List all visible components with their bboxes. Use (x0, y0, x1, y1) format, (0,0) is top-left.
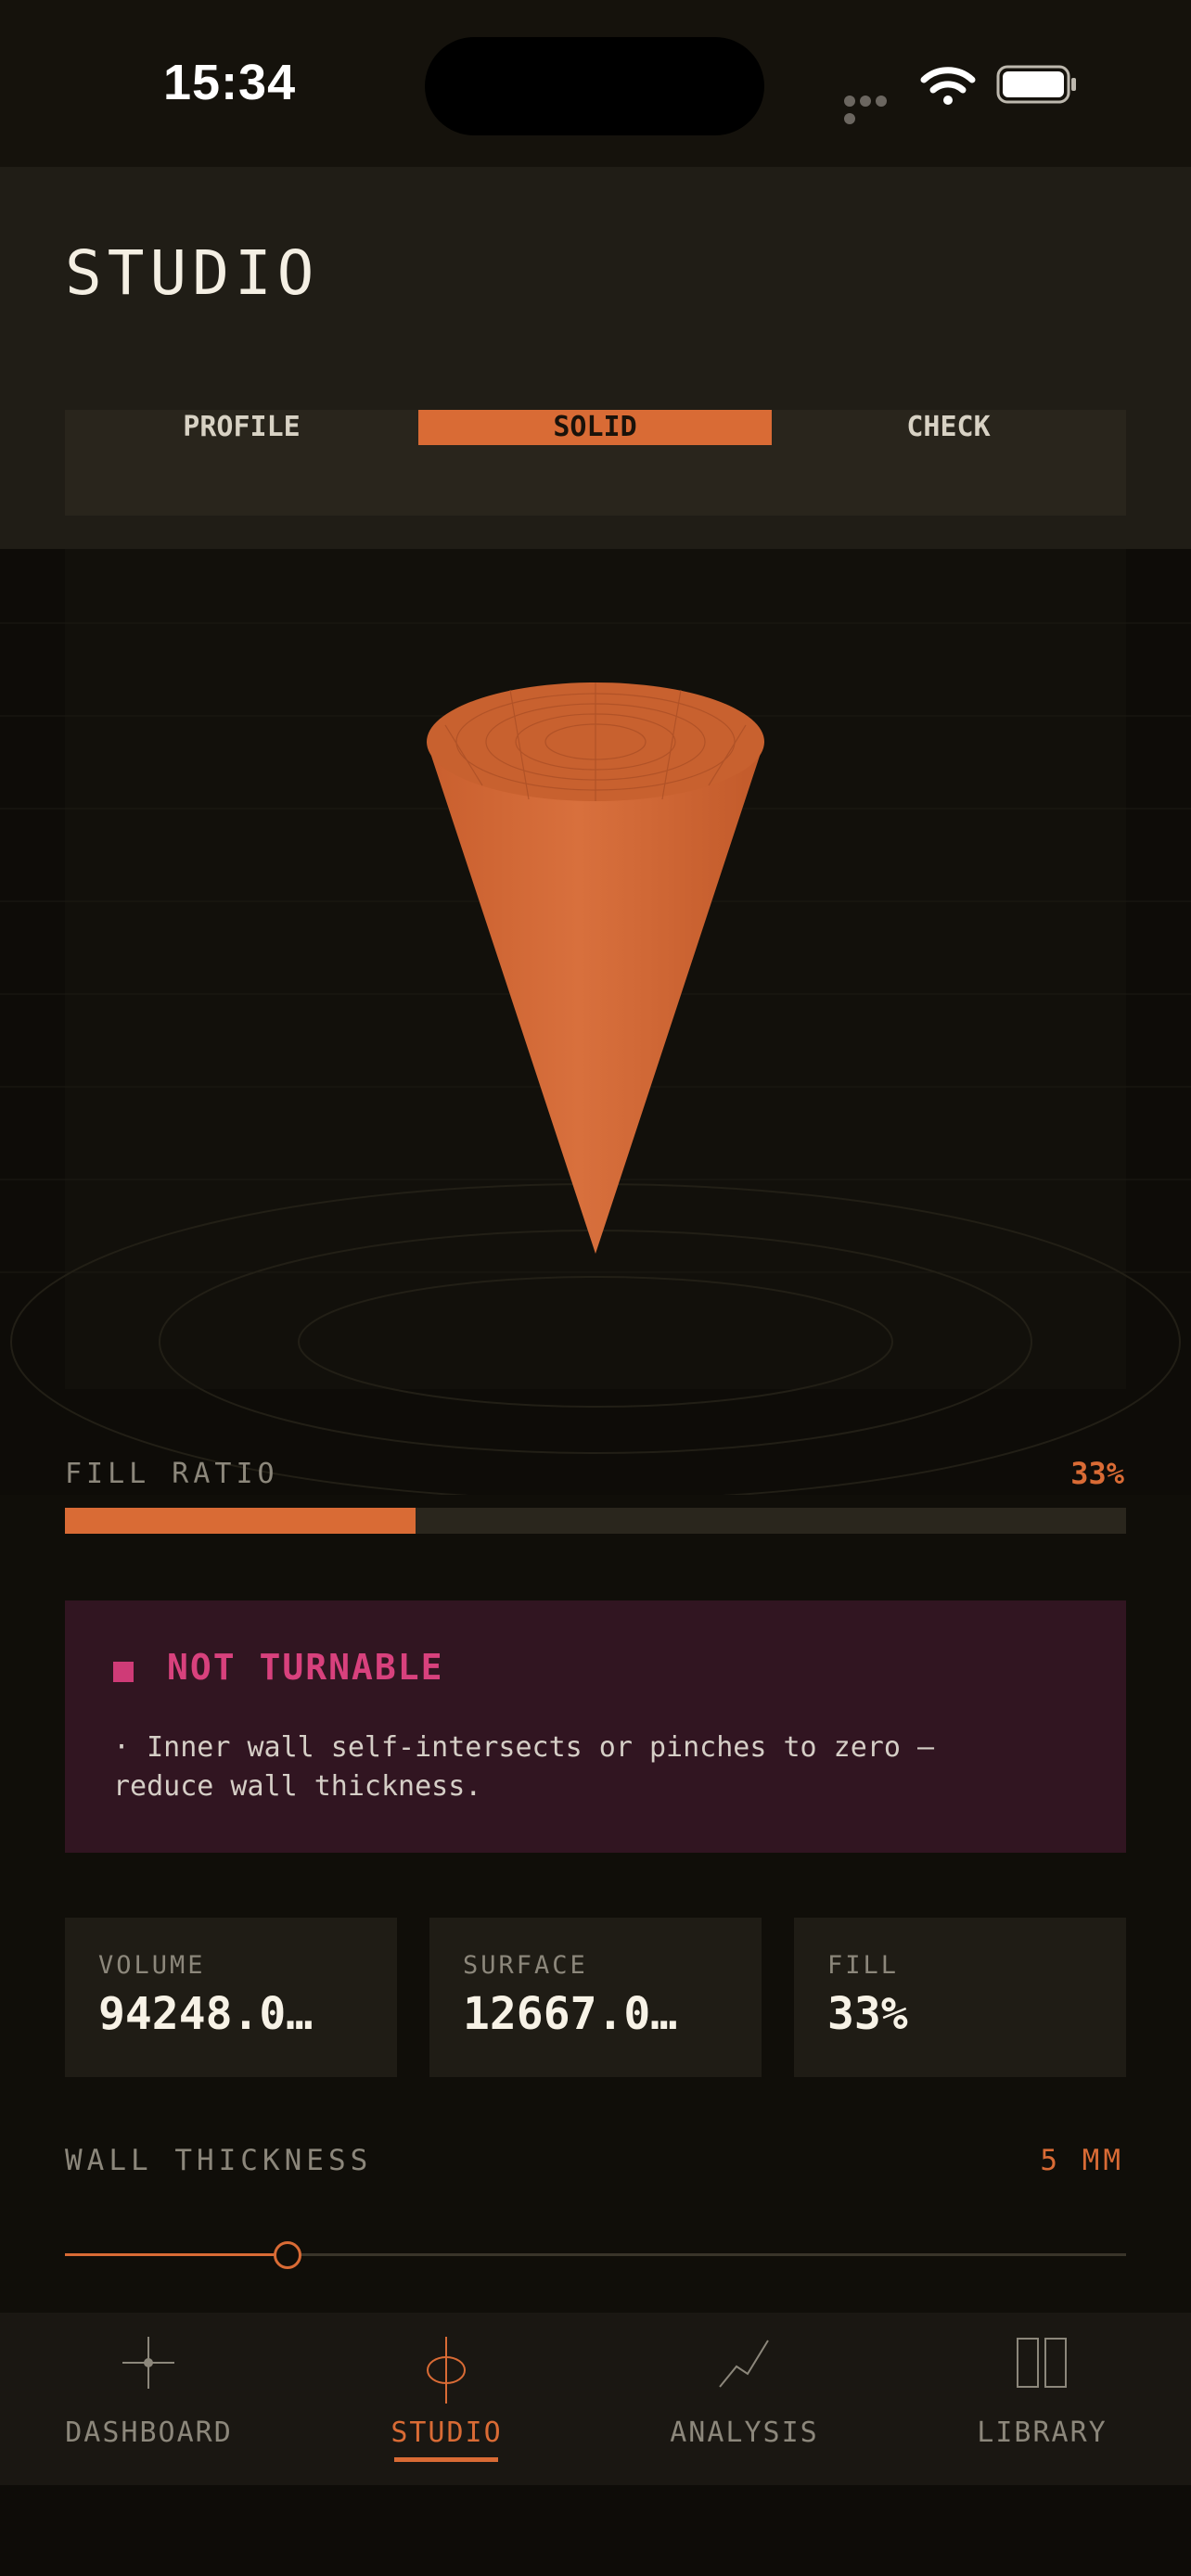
fill-ratio-label: FILL RATIO (65, 1458, 279, 1490)
alert-square-icon (113, 1662, 134, 1682)
tab-library[interactable]: LIBRARY (893, 2313, 1191, 2485)
tab-solid[interactable]: SOLID (418, 410, 772, 445)
alert-message: · Inner wall self-intersects or pinches … (113, 1731, 935, 1803)
metric-value: 12667.0… (463, 1988, 678, 2040)
tab-analysis[interactable]: ANALYSIS (596, 2313, 893, 2485)
slider-fill (65, 2253, 288, 2256)
metric-card-fill: FILL 33% (794, 1918, 1126, 2077)
line-chart-icon (719, 2340, 769, 2388)
metric-label: SURFACE (463, 1951, 588, 1980)
cellular-signal-icon (844, 93, 905, 124)
lathe-icon (427, 2337, 466, 2404)
slider-thumb[interactable] (274, 2241, 301, 2269)
alert-title: NOT TURNABLE (167, 1647, 444, 1688)
status-time: 15:34 (163, 55, 297, 110)
tab-label: ANALYSIS (670, 2417, 819, 2449)
page-title: STUDIO (65, 237, 320, 309)
metric-label: FILL (827, 1951, 900, 1980)
metric-value: 33% (827, 1988, 908, 2040)
wall-thickness-label: WALL THICKNESS (65, 2144, 373, 2177)
fill-ratio-value: 33% (1070, 1456, 1124, 1491)
metric-value: 94248.0… (98, 1988, 314, 2040)
wall-thickness-value: 5 MM (1040, 2144, 1124, 2177)
tab-label: DASHBOARD (65, 2417, 233, 2449)
tab-check[interactable]: CHECK (772, 410, 1125, 445)
turnability-alert: NOT TURNABLE · Inner wall self-intersect… (65, 1600, 1126, 1853)
metric-card-surface: SURFACE 12667.0… (429, 1918, 762, 2077)
wall-thickness-slider[interactable] (65, 2241, 1126, 2269)
tab-studio[interactable]: STUDIO (298, 2313, 596, 2485)
model-viewport[interactable] (0, 549, 1191, 1495)
book-icon (1017, 2338, 1067, 2388)
home-indicator-area (0, 2485, 1191, 2576)
tab-label: STUDIO (391, 2417, 503, 2449)
crosshair-icon (122, 2337, 174, 2389)
active-tab-indicator (394, 2457, 498, 2462)
tab-profile[interactable]: PROFILE (65, 410, 418, 445)
wifi-icon (920, 67, 976, 105)
mode-segmented-control: PROFILE SOLID CHECK (65, 410, 1126, 516)
battery-icon (996, 65, 1076, 104)
dynamic-island (425, 37, 764, 135)
fill-ratio-bar-fill (65, 1508, 416, 1534)
cone-model (427, 682, 764, 1254)
fill-ratio-bar (65, 1508, 1126, 1534)
bottom-tab-bar: DASHBOARD STUDIO ANALYSIS LIBRARY (0, 2313, 1191, 2485)
tab-label: LIBRARY (977, 2417, 1108, 2449)
metric-card-volume: VOLUME 94248.0… (65, 1918, 397, 2077)
tab-dashboard[interactable]: DASHBOARD (0, 2313, 298, 2485)
metric-label: VOLUME (98, 1951, 206, 1980)
